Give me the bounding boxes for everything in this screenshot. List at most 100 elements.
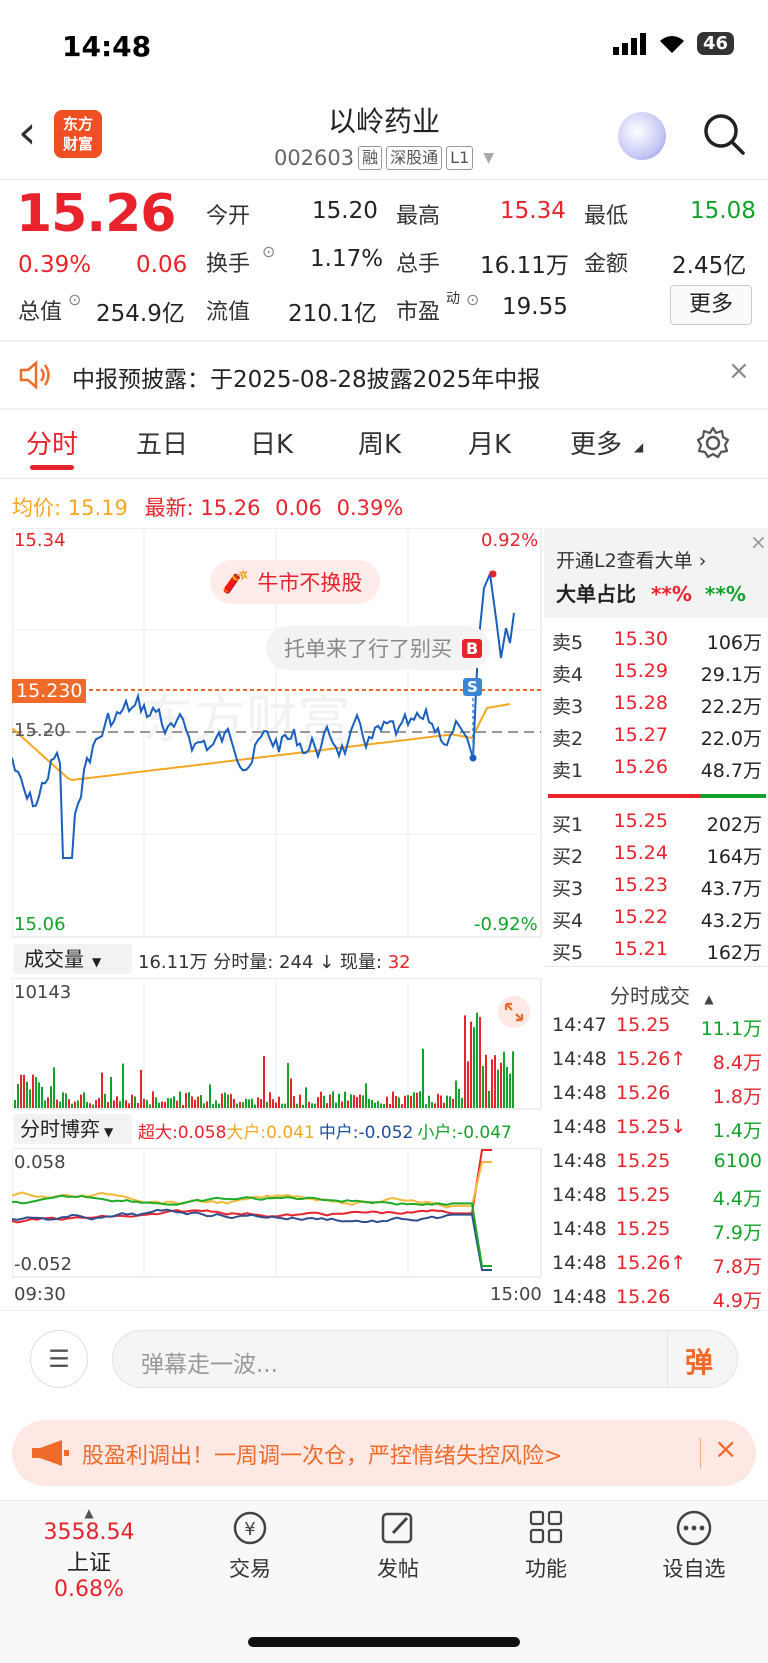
promo-banner[interactable]: 股盈利调出！一周调一次仓，严控情绪失控风险> × <box>12 1420 756 1486</box>
flow-selector[interactable]: 分时博弈 ▼ <box>14 1114 132 1144</box>
volume-now: 32 <box>387 952 411 973</box>
status-time: 14:48 <box>62 30 152 63</box>
tag-level: L1 <box>446 146 474 170</box>
tab-daily-k[interactable]: 日K <box>250 424 293 461</box>
buy-marker-b: B <box>462 638 483 658</box>
close-icon[interactable]: × <box>714 1432 737 1465</box>
danmu-list-icon[interactable]: ☰ <box>30 1330 88 1388</box>
speaker-icon <box>19 360 50 390</box>
latest-percent: 0.39% <box>336 496 404 520</box>
trade-row: 14:48 15.25 4.4万 <box>552 1184 762 1210</box>
chevron-down-icon[interactable]: ▼ <box>483 150 494 166</box>
bid-row-3: 买3 15.23 43.7万 <box>552 874 762 900</box>
l2-panel[interactable]: 开通L2查看大单 › 大单占比 **% **% × <box>544 528 768 618</box>
tag-margin: 融 <box>358 146 383 170</box>
tab-intraday[interactable]: 分时 <box>26 424 78 461</box>
divider <box>0 478 768 479</box>
volume-selector[interactable]: 成交量 ▼ <box>14 944 132 974</box>
bid-row-2: 买2 15.24 164万 <box>552 842 762 868</box>
current-price: 15.26 <box>16 184 176 244</box>
latest-value: 15.26 <box>200 496 261 520</box>
legend-super: 超大:0.058 <box>138 1123 227 1143</box>
trade-row: 14:48 15.25 7.9万 <box>552 1218 762 1244</box>
assistant-avatar[interactable] <box>618 112 666 160</box>
info-icon[interactable]: ⊙ <box>466 290 479 309</box>
settings-gear-icon[interactable] <box>696 426 730 460</box>
big-ratio-red: **% <box>650 582 692 606</box>
tag-connect: 深股通 <box>386 146 443 170</box>
trades-title[interactable]: 分时成交 ▲ <box>610 980 714 1009</box>
volume-info: 16.11万 分时量: 244 ↓ 现量: 32 <box>138 948 411 974</box>
index-ticker[interactable]: ▲ 3558.54 上证 0.68% <box>30 1506 148 1602</box>
signal-icon <box>612 32 646 55</box>
info-icon[interactable]: ⊙ <box>68 290 81 309</box>
expand-icon[interactable] <box>498 996 530 1028</box>
ask-row-2: 卖2 15.27 22.0万 <box>552 724 762 750</box>
info-icon[interactable]: ⊙ <box>262 242 275 261</box>
volume-chart[interactable] <box>12 978 542 1110</box>
change-amount: 0.06 <box>136 252 188 278</box>
volume-max-label: 10143 <box>14 982 72 1003</box>
market-cap: 254.9亿 <box>96 301 185 327</box>
tab-monthly-k[interactable]: 月K <box>468 424 511 461</box>
watermark: 东方财富 <box>142 692 350 750</box>
l2-link-text: 开通L2查看大单 <box>556 550 693 572</box>
volume-selector-label: 成交量 <box>24 947 84 971</box>
notice-bar[interactable]: 中报预披露：于2025-08-28披露2025年中报 × <box>0 342 768 408</box>
big-ratio-label: 大单占比 <box>556 582 636 606</box>
ask-row-1: 卖1 15.26 48.7万 <box>552 756 762 782</box>
search-icon[interactable] <box>702 112 746 156</box>
capital-flow-chart[interactable] <box>12 1148 542 1278</box>
open-value: 15.20 <box>312 198 378 224</box>
tab-trade[interactable]: ¥ 交易 <box>200 1508 300 1583</box>
legend-small: 小户:-0.047 <box>417 1123 512 1143</box>
status-icons: 46 <box>612 32 734 55</box>
ref-price-tag: 15.230 <box>12 679 87 703</box>
s-dot <box>469 754 477 762</box>
tab-post[interactable]: 发帖 <box>348 1508 448 1583</box>
bid-row-5: 买5 15.21 162万 <box>552 938 762 964</box>
divider <box>544 966 768 967</box>
danmu-input[interactable]: 弹幕走一波... 弹 <box>112 1330 738 1388</box>
bubble-text: 牛市不换股 <box>257 571 363 595</box>
high-value: 15.34 <box>500 198 566 224</box>
low-value: 15.08 <box>690 198 756 224</box>
y-bottom-label: 15.06 <box>14 914 66 935</box>
tab-more[interactable]: 更多 <box>570 424 622 461</box>
tab-functions[interactable]: 功能 <box>496 1508 596 1583</box>
bubble-bull-market[interactable]: 🧨 牛市不换股 <box>210 560 381 604</box>
more-dots-icon <box>676 1510 712 1546</box>
tab-add-watchlist[interactable]: 设自选 <box>644 1508 744 1583</box>
close-icon[interactable]: × <box>750 530 767 554</box>
flow-top-label: 0.058 <box>14 1152 66 1173</box>
more-button[interactable]: 更多 <box>670 285 752 325</box>
latest-change: 0.06 <box>275 496 322 520</box>
ask-row-4: 卖4 15.29 29.1万 <box>552 660 762 686</box>
wifi-icon <box>659 35 684 53</box>
legend-mid: 中户:-0.052 <box>318 1123 414 1143</box>
legend-big: 大户:0.041 <box>226 1123 315 1143</box>
pct-top-label: 0.92% <box>481 530 539 551</box>
bubble-support-order[interactable]: 托单来了行了别买 B <box>266 626 491 670</box>
comment-bar: ☰ 弹幕走一波... 弹 <box>0 1310 768 1410</box>
index-pct: 0.68% <box>54 1577 124 1602</box>
close-icon[interactable]: × <box>728 356 750 386</box>
danmu-send-button[interactable]: 弹 <box>685 1341 713 1381</box>
avg-label: 均价: <box>12 496 62 520</box>
amount-label: 金额 <box>584 252 629 277</box>
big-ratio-green: **% <box>704 582 746 606</box>
market-cap-label: 总值 <box>18 300 63 325</box>
l2-link[interactable]: 开通L2查看大单 › <box>556 546 706 573</box>
prev-close-label: 15.20 <box>14 720 66 741</box>
tab-add-watchlist-label: 设自选 <box>662 1557 726 1581</box>
tab-weekly-k[interactable]: 周K <box>358 424 401 461</box>
trade-row: 14:48 15.25 6100 <box>552 1150 762 1172</box>
divider <box>0 408 768 410</box>
bid-row-4: 买4 15.22 43.2万 <box>552 906 762 932</box>
avg-value: 15.19 <box>67 496 128 520</box>
svg-text:¥: ¥ <box>244 1519 255 1540</box>
volume-info-text: 16.11万 分时量: 244 ↓ 现量: <box>138 952 382 973</box>
tab-five-day[interactable]: 五日 <box>136 424 188 461</box>
trade-row: 14:47 15.25 11.1万 <box>552 1014 762 1040</box>
trade-row: 14:48 15.25↓ 1.4万 <box>552 1116 762 1142</box>
